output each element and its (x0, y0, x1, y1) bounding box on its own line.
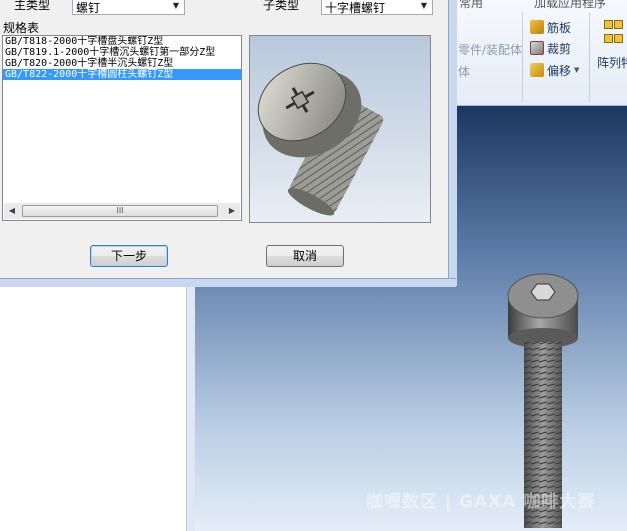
sub-type-label: 子类型 (263, 0, 300, 12)
ribbon-tab-home[interactable]: 常用 (459, 0, 483, 11)
dialog-frame-right (448, 0, 457, 286)
chevron-down-icon: ▼ (420, 1, 428, 10)
body-label: 体 (458, 64, 471, 79)
trim-button[interactable]: 裁剪 (530, 39, 571, 57)
ribbon: 常用 加载应用程序 零件/装配体 体 筋板 裁剪 偏移 ▼ 阵列 (456, 0, 627, 106)
offset-label: 偏移 (547, 63, 572, 78)
list-item[interactable]: GB/T818-2000十字槽盘头螺钉Z型 (3, 36, 241, 47)
rib-button[interactable]: 筋板 (530, 18, 571, 36)
list-item-selected[interactable]: GB/T822-2000十字槽圆柱头螺钉Z型 (3, 69, 241, 80)
scroll-right-icon[interactable]: ▶ (224, 203, 240, 219)
list-item[interactable]: GB/T820-2000十字槽半沉头螺钉Z型 (3, 58, 241, 69)
sub-type-select[interactable]: 十字槽螺钉 ▼ (321, 0, 433, 15)
trim-label: 裁剪 (547, 41, 572, 56)
spec-table-label: 规格表 (3, 21, 40, 35)
feature-tree-panel (0, 286, 186, 531)
dialog-frame-bottom (0, 278, 456, 287)
standard-part-dialog: 主类型 螺钉 ▼ 子类型 十字槽螺钉 ▼ 规格表 GB/T818-2000十字槽… (0, 0, 457, 287)
ribbon-tab-addins[interactable]: 加载应用程序 (534, 0, 606, 11)
scroll-left-icon[interactable]: ◀ (4, 203, 20, 219)
offset-button[interactable]: 偏移 ▼ (530, 61, 579, 79)
array-feature-button[interactable]: 阵列特 (597, 53, 627, 71)
body-button[interactable]: 体 (458, 62, 470, 80)
main-type-label: 主类型 (14, 0, 51, 12)
array-feature-icon (604, 20, 623, 48)
main-type-value: 螺钉 (76, 1, 101, 15)
trim-icon (530, 41, 544, 55)
rib-label: 筋板 (547, 20, 572, 35)
cancel-button[interactable]: 取消 (266, 245, 344, 267)
horizontal-scrollbar[interactable]: ◀ III ▶ (4, 203, 240, 219)
part-assembly-label: 零件/装配体 (458, 42, 523, 57)
watermark: 咖喱数区 | GAXA 咖啡大赛 (366, 492, 596, 512)
part-preview (249, 35, 431, 223)
chevron-down-icon: ▼ (574, 66, 580, 74)
list-item[interactable]: GB/T819.1-2000十字槽沉头螺钉第一部分Z型 (3, 47, 241, 58)
array-feature-label: 阵列特 (597, 55, 627, 70)
scrollbar-thumb[interactable]: III (22, 205, 218, 217)
sub-type-value: 十字槽螺钉 (325, 1, 386, 15)
offset-icon (530, 63, 544, 77)
ribbon-group-separator (589, 12, 590, 102)
main-type-select[interactable]: 螺钉 ▼ (72, 0, 185, 15)
next-step-button[interactable]: 下一步 (90, 245, 168, 267)
spec-list[interactable]: GB/T818-2000十字槽盘头螺钉Z型 GB/T819.1-2000十字槽沉… (2, 35, 242, 221)
rib-icon (530, 20, 544, 34)
ribbon-group-separator (522, 12, 523, 102)
part-assembly-button[interactable]: 零件/装配体 (458, 40, 522, 58)
chevron-down-icon: ▼ (172, 1, 180, 10)
cross-recess-screw-preview (257, 62, 384, 216)
